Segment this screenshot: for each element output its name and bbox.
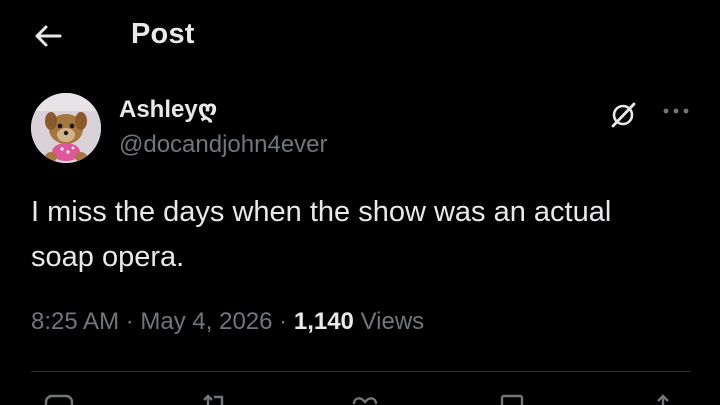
display-name[interactable]: Ashleyღ — [119, 95, 217, 124]
grok-icon — [611, 102, 636, 128]
arrow-left-icon — [35, 25, 62, 47]
repost-icon[interactable] — [200, 394, 230, 405]
top-bar: Post — [0, 0, 720, 72]
post-time[interactable]: 8:25 AM — [31, 308, 119, 335]
views-count[interactable]: 1,140 — [294, 308, 354, 335]
action-bar — [0, 394, 720, 405]
user-handle[interactable]: @docandjohn4ever — [119, 131, 328, 159]
like-icon[interactable] — [350, 394, 380, 405]
divider — [31, 371, 691, 372]
post-date[interactable]: May 4, 2026 — [140, 308, 272, 335]
dog-photo-avatar — [31, 93, 101, 163]
post-detail-screen: Post Ashleyღ @docandjohn4ever I miss the… — [0, 0, 720, 405]
meta-separator: · — [279, 308, 288, 335]
grok-button[interactable] — [606, 96, 642, 132]
reply-icon[interactable] — [44, 394, 74, 405]
page-title: Post — [131, 18, 195, 50]
meta-separator: · — [125, 308, 134, 335]
bookmark-icon[interactable] — [498, 394, 528, 405]
more-options-button[interactable] — [658, 96, 694, 126]
back-button[interactable] — [30, 18, 66, 54]
more-horizontal-icon — [663, 108, 689, 114]
avatar[interactable] — [31, 93, 101, 163]
views-label[interactable]: Views — [361, 308, 425, 335]
post-text: I miss the days when the show was an act… — [31, 196, 612, 273]
share-icon[interactable] — [648, 394, 678, 405]
post-metadata: 8:25 AM · May 4, 2026 · 1,140 Views — [31, 308, 424, 336]
